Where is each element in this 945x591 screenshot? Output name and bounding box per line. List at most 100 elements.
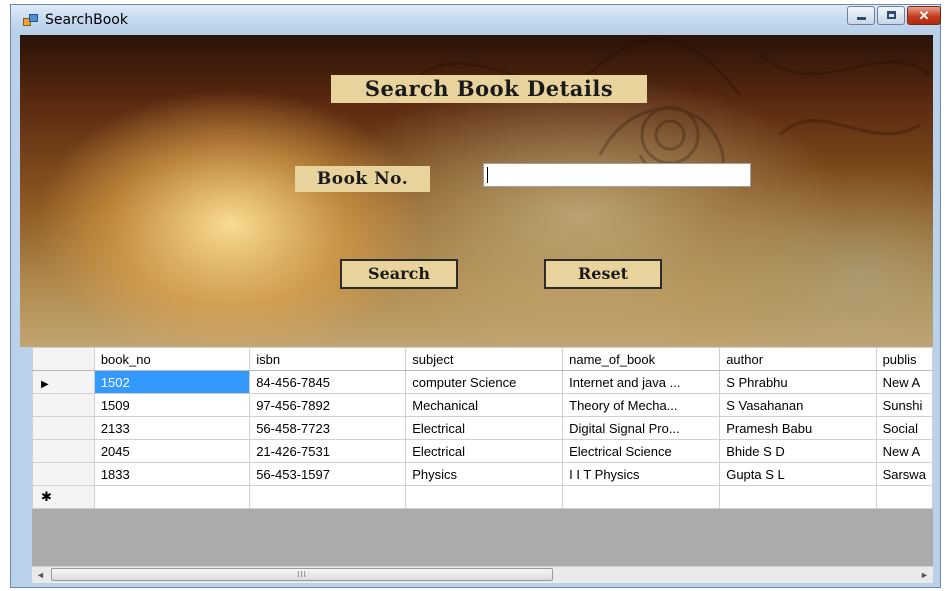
table-cell[interactable] (249, 485, 407, 509)
row-header[interactable]: ✱ (32, 485, 95, 509)
table-cell[interactable]: Electrical Science (562, 439, 721, 463)
cell-text: S Phrabhu (726, 374, 788, 390)
cell-text: 1502 (100, 374, 130, 390)
cell-text: Theory of Mecha... (569, 397, 678, 413)
column-header[interactable]: name_of_book (562, 347, 721, 371)
table-cell[interactable]: Electrical (405, 416, 564, 440)
table-cell[interactable]: I I T Physics (562, 462, 721, 486)
minimize-icon (857, 17, 866, 20)
table-cell[interactable]: Pramesh Babu (719, 416, 877, 440)
cell-text: Electrical (412, 420, 465, 436)
window-title: SearchBook (45, 12, 128, 28)
table-row[interactable]: 2045 21-426-7531 Electrical Electrical S… (32, 439, 933, 463)
table-cell[interactable]: Electrical (405, 439, 564, 463)
title-bar[interactable]: SearchBook ✕ (11, 5, 941, 35)
table-cell[interactable]: 56-453-1597 (249, 462, 407, 486)
book-data-grid[interactable]: book_no isbn subject name_of_book author… (32, 347, 933, 583)
row-header[interactable]: ▶ (32, 370, 95, 394)
scroll-left-icon[interactable]: ◄ (32, 567, 49, 583)
cell-text: New A (882, 443, 921, 459)
table-cell[interactable]: 1502 (93, 370, 251, 394)
table-cell[interactable]: Sarswa (875, 462, 933, 486)
table-cell[interactable]: Sunshi (875, 393, 933, 417)
cell-text: New A (882, 374, 921, 390)
horizontal-scrollbar[interactable]: ◄ III ► (32, 566, 933, 583)
table-cell[interactable] (93, 485, 251, 509)
table-cell[interactable]: 1509 (93, 393, 251, 417)
minimize-button[interactable] (847, 6, 875, 25)
table-cell[interactable]: S Phrabhu (719, 370, 877, 394)
table-cell[interactable]: 21-426-7531 (249, 439, 407, 463)
table-cell[interactable]: Internet and java ... (562, 370, 721, 394)
cell-text: 2133 (100, 420, 130, 436)
table-row[interactable]: ▶ 1502 84-456-7845 computer Science Inte… (32, 370, 933, 394)
table-cell[interactable]: computer Science (405, 370, 564, 394)
table-cell[interactable]: New A (875, 370, 933, 394)
book-no-input[interactable] (483, 163, 751, 187)
cell-text: 84-456-7845 (256, 374, 330, 390)
table-cell[interactable]: Theory of Mecha... (562, 393, 721, 417)
cell-text: 1509 (100, 397, 130, 413)
cell-text: computer Science (412, 374, 517, 390)
cell-text: 21-426-7531 (256, 443, 330, 459)
cell-text: S Vasahanan (726, 397, 804, 413)
table-cell[interactable]: 97-456-7892 (249, 393, 407, 417)
row-header[interactable] (32, 439, 95, 463)
page-title: Search Book Details (331, 75, 647, 103)
cell-text: Sarswa (882, 466, 926, 482)
row-header[interactable] (32, 393, 95, 417)
form-client-area: Search Book Details Book No. Search Rese… (20, 35, 933, 583)
cell-text: Gupta S L (726, 466, 785, 482)
table-cell[interactable]: 56-458-7723 (249, 416, 407, 440)
table-cell[interactable]: New A (875, 439, 933, 463)
cell-text: Mechanical (412, 397, 479, 413)
row-header[interactable] (32, 462, 95, 486)
column-header[interactable]: isbn (249, 347, 407, 371)
table-cell[interactable]: Social (875, 416, 933, 440)
close-button[interactable]: ✕ (907, 6, 941, 25)
table-cell[interactable]: Digital Signal Pro... (562, 416, 721, 440)
table-cell[interactable]: 2045 (93, 439, 251, 463)
scroll-right-icon[interactable]: ► (916, 567, 933, 583)
table-cell[interactable]: Gupta S L (719, 462, 877, 486)
searchbook-window: SearchBook ✕ Search Book Details Book No… (10, 4, 941, 588)
cell-text: Internet and java ... (569, 374, 681, 390)
row-header[interactable] (32, 416, 95, 440)
table-cell[interactable]: Physics (405, 462, 564, 486)
table-cell[interactable] (719, 485, 877, 509)
column-header[interactable]: subject (405, 347, 564, 371)
table-cell[interactable]: 84-456-7845 (249, 370, 407, 394)
table-cell[interactable] (562, 485, 721, 509)
cell-text: 56-458-7723 (256, 420, 330, 436)
cell-text: Electrical Science (569, 443, 672, 459)
cell-text: Electrical (412, 443, 465, 459)
table-cell[interactable] (405, 485, 564, 509)
row-header-corner[interactable] (32, 347, 95, 371)
table-row[interactable]: 1509 97-456-7892 Mechanical Theory of Me… (32, 393, 933, 417)
cell-text: Social (882, 420, 918, 436)
reset-button[interactable]: Reset (544, 259, 662, 289)
table-row[interactable]: 2133 56-458-7723 Electrical Digital Sign… (32, 416, 933, 440)
column-header[interactable]: publis (875, 347, 933, 371)
search-button[interactable]: Search (340, 259, 458, 289)
table-cell[interactable]: Bhide S D (719, 439, 877, 463)
table-cell[interactable]: Mechanical (405, 393, 564, 417)
grip-icon: III (297, 570, 307, 579)
column-header[interactable]: author (719, 347, 877, 371)
cell-text: Sunshi (882, 397, 923, 413)
maximize-icon (887, 11, 896, 19)
maximize-button[interactable] (877, 6, 905, 25)
cell-text: Digital Signal Pro... (569, 420, 680, 436)
table-cell[interactable]: S Vasahanan (719, 393, 877, 417)
form-icon (23, 14, 38, 26)
table-cell[interactable]: 2133 (93, 416, 251, 440)
table-cell[interactable]: 1833 (93, 462, 251, 486)
cell-text: 56-453-1597 (256, 466, 330, 482)
column-header[interactable]: book_no (93, 347, 251, 371)
new-row[interactable]: ✱ (32, 485, 933, 509)
table-cell[interactable] (875, 485, 933, 509)
scroll-thumb[interactable]: III (51, 568, 553, 581)
cell-text: 97-456-7892 (256, 397, 330, 413)
text-caret (487, 167, 488, 183)
table-row[interactable]: 1833 56-453-1597 Physics I I T Physics G… (32, 462, 933, 486)
